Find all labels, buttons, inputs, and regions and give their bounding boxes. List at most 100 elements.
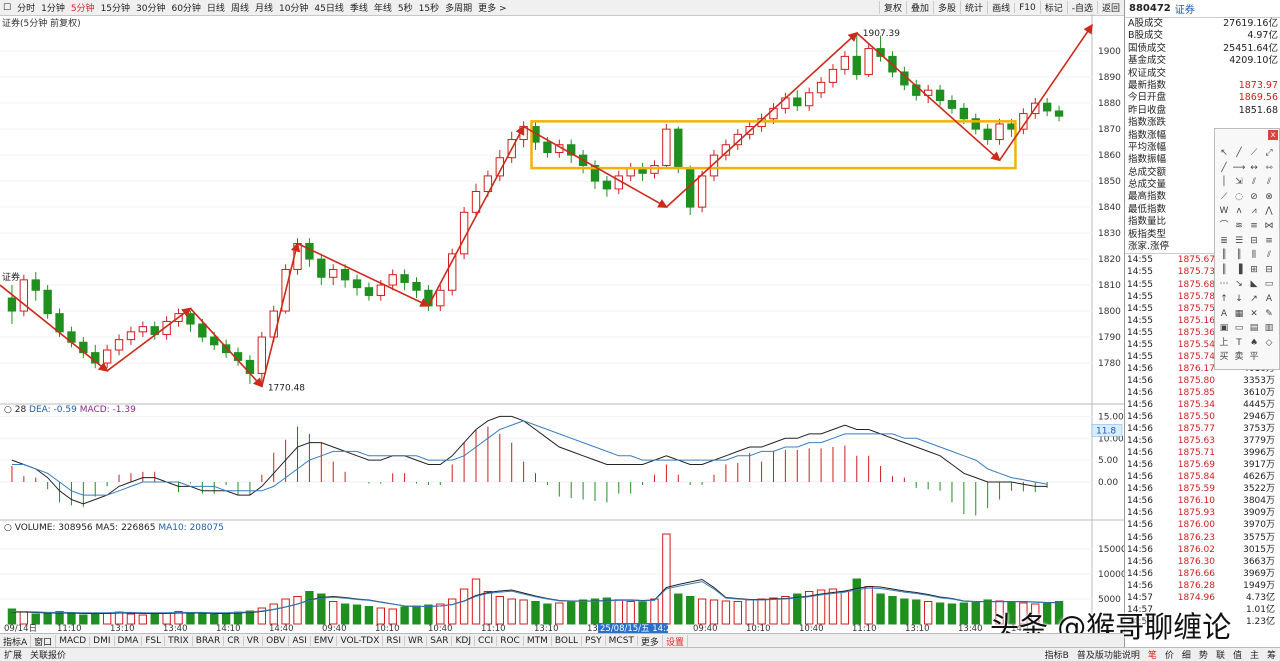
palette-close-button[interactable]: x xyxy=(1268,130,1278,140)
drawing-tool-icon[interactable]: ╱ xyxy=(1217,162,1231,174)
drawing-tool-icon[interactable]: A xyxy=(1262,293,1276,305)
stock-name[interactable]: 证券 xyxy=(1175,1,1195,16)
drawing-tool-icon[interactable]: ↘ xyxy=(1232,278,1246,290)
drawing-tool-icon[interactable]: ▐ xyxy=(1232,264,1246,276)
drawing-tool-icon[interactable]: ⟋ xyxy=(1247,147,1261,159)
drawing-tool-icon[interactable]: 买 xyxy=(1217,351,1231,363)
indicator-tab[interactable]: MCST xyxy=(606,636,638,646)
drawing-tool-icon[interactable]: ⇿ xyxy=(1262,162,1276,174)
indicator-tab[interactable]: BOLL xyxy=(552,636,583,646)
indicator-tab[interactable]: MTM xyxy=(524,636,552,646)
drawing-tool-icon[interactable]: ↓ xyxy=(1232,293,1246,305)
indicator-tab[interactable]: TRIX xyxy=(165,636,193,646)
drawing-tool-icon[interactable]: 卖 xyxy=(1232,351,1246,363)
indicator-tab[interactable]: FSL xyxy=(142,636,166,646)
indicator-tab[interactable]: WR xyxy=(405,636,428,646)
period-tab[interactable]: 45日线 xyxy=(311,1,346,14)
drawing-tool-icon[interactable]: ⤢ xyxy=(1262,147,1276,159)
drawing-tool-icon[interactable]: ╱ xyxy=(1232,147,1246,159)
drawing-tool-icon[interactable]: 平 xyxy=(1247,351,1261,363)
indicator-tab[interactable]: 指标A xyxy=(0,634,32,648)
period-tab[interactable]: 5秒 xyxy=(395,1,416,14)
drawing-tool-icon[interactable]: ᴧ xyxy=(1232,205,1246,217)
toolbar-button[interactable]: 叠加 xyxy=(906,1,933,14)
indicator-tab[interactable]: SAR xyxy=(427,636,453,646)
drawing-tool-icon[interactable]: T xyxy=(1232,337,1246,349)
indicator-tab[interactable]: VOL-TDX xyxy=(337,636,384,646)
indicator-tab[interactable]: CR xyxy=(224,636,244,646)
drawing-tool-icon[interactable]: ⩘ xyxy=(1247,205,1261,217)
drawing-tool-icon[interactable]: ▣ xyxy=(1217,322,1231,334)
kline-chart[interactable]: 1900 1890 1880 1870 1860 1850 1840 1830 1820 1810… xyxy=(0,14,1124,633)
period-tab[interactable]: 分时 xyxy=(14,1,38,14)
bottom-tab[interactable]: 关联报价 xyxy=(26,648,70,661)
toolbar-button[interactable]: 多股 xyxy=(933,1,960,14)
indicator-tab[interactable]: DMA xyxy=(115,636,143,646)
drawing-tool-icon[interactable]: ⫽ xyxy=(1262,249,1276,261)
drawing-tool-icon[interactable]: W xyxy=(1217,205,1231,217)
indicator-tab[interactable]: ROC xyxy=(497,636,524,646)
bottom-right-button[interactable]: 价 xyxy=(1161,648,1178,661)
drawing-tool-icon[interactable]: ▭ xyxy=(1232,322,1246,334)
period-tab[interactable]: 5分钟 xyxy=(68,1,98,14)
drawing-tool-icon[interactable]: ✕ xyxy=(1247,308,1261,320)
bottom-right-button[interactable]: 细 xyxy=(1178,648,1195,661)
drawing-tool-icon[interactable]: ⋀ xyxy=(1262,205,1276,217)
indicator-tab[interactable]: CCI xyxy=(475,636,498,646)
period-tab[interactable]: 15秒 xyxy=(416,1,442,14)
drawing-tools-palette[interactable]: ↖ ╱ ⟋ ⤢ ╱ ⟶ ↔ ⇿ │ ⇲ ⫽ ⫽ ⟋ ◌ ⊘ ⊗ Wᴧ ⩘ ⋀ ⌒ ≋ ≡ ⋈ ≣ ☰ ⊟ ≡ ║ ║ ⫼ ⫽ ║ ▐ ⊞ ⊟ ⋯ ↘ ◣ ▭… xyxy=(1214,128,1280,370)
toolbar-button[interactable]: -自选 xyxy=(1066,1,1097,14)
period-tab[interactable]: 15分钟 xyxy=(98,1,133,14)
period-tab[interactable]: 周线 xyxy=(228,1,252,14)
indicator-tab[interactable]: BRAR xyxy=(193,636,225,646)
period-tab[interactable]: 季线 xyxy=(347,1,371,14)
indicator-tab[interactable]: ASI xyxy=(289,636,311,646)
period-tab[interactable]: 日线 xyxy=(204,1,228,14)
drawing-tool-icon[interactable]: ║ xyxy=(1232,249,1246,261)
drawing-tool-icon[interactable]: ⊗ xyxy=(1262,191,1276,203)
indicator-tab[interactable]: 设置 xyxy=(663,634,688,648)
period-tab[interactable]: 年线 xyxy=(371,1,395,14)
drawing-tool-icon[interactable]: ⌒ xyxy=(1217,220,1231,232)
drawing-tool-icon[interactable]: ☰ xyxy=(1232,235,1246,247)
period-tab[interactable]: 60分钟 xyxy=(168,1,203,14)
drawing-tool-icon[interactable]: ◣ xyxy=(1247,278,1261,290)
drawing-tool-icon[interactable]: ◌ xyxy=(1232,191,1246,203)
drawing-tool-icon[interactable]: A xyxy=(1217,308,1231,320)
drawing-tool-icon[interactable]: 上 xyxy=(1217,337,1231,349)
toolbar-button[interactable]: 标记 xyxy=(1039,1,1067,14)
drawing-tool-icon[interactable]: ▦ xyxy=(1232,308,1246,320)
drawing-tool-icon[interactable]: ⫽ xyxy=(1262,176,1276,188)
drawing-tool-icon[interactable]: ⟶ xyxy=(1232,162,1246,174)
indicator-tab[interactable]: PSY xyxy=(582,636,606,646)
indicator-tab[interactable]: OBV xyxy=(263,636,290,646)
drawing-tool-icon[interactable]: ⫽ xyxy=(1247,176,1261,188)
period-tab[interactable]: 更多 > xyxy=(475,1,509,14)
drawing-tool-icon[interactable]: ║ xyxy=(1217,264,1231,276)
drawing-tool-icon[interactable]: ▭ xyxy=(1262,278,1276,290)
indicator-tab[interactable]: KDJ xyxy=(452,636,475,646)
drawing-tool-icon[interactable]: ▤ xyxy=(1247,322,1261,334)
bottom-right-button[interactable]: 笔 xyxy=(1144,648,1161,661)
period-tab[interactable]: 月线 xyxy=(252,1,276,14)
drawing-tool-icon[interactable]: ↑ xyxy=(1217,293,1231,305)
drawing-tool-icon[interactable]: ↔ xyxy=(1247,162,1261,174)
toolbar-button[interactable]: 画线 xyxy=(987,1,1014,14)
drawing-tool-icon[interactable]: ⫼ xyxy=(1247,249,1261,261)
period-tab[interactable]: 多周期 xyxy=(442,1,475,14)
drawing-tool-icon[interactable]: │ xyxy=(1217,176,1231,188)
period-tab[interactable]: 10分钟 xyxy=(276,1,311,14)
drawing-tool-icon[interactable]: ⇲ xyxy=(1232,176,1246,188)
drawing-tool-icon[interactable]: ⟋ xyxy=(1217,191,1231,203)
bottom-right-button[interactable]: 普及版功能说明 xyxy=(1073,648,1144,661)
indicator-tab[interactable]: EMV xyxy=(311,636,338,646)
drawing-tool-icon[interactable]: ≋ xyxy=(1232,220,1246,232)
drawing-tool-icon[interactable]: ⊞ xyxy=(1247,264,1261,276)
bottom-right-button[interactable]: 筹 xyxy=(1263,648,1280,661)
menu-icon[interactable]: ☐ xyxy=(0,3,14,13)
drawing-tool-icon[interactable]: ◇ xyxy=(1262,337,1276,349)
indicator-tab[interactable]: MACD xyxy=(56,636,91,646)
drawing-tool-icon[interactable]: ↖ xyxy=(1217,147,1231,159)
bottom-right-button[interactable]: 主 xyxy=(1246,648,1263,661)
bottom-right-button[interactable]: 联 xyxy=(1212,648,1229,661)
